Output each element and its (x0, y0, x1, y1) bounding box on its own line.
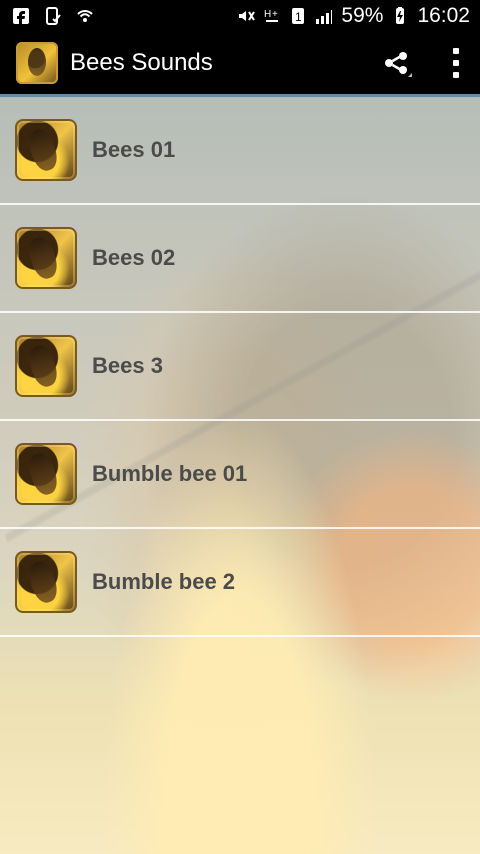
action-bar-actions (380, 47, 480, 79)
list-item[interactable]: Bumble bee 2 (0, 529, 480, 637)
status-right: H + 1 59% 16:02 (237, 4, 480, 28)
share-icon[interactable] (380, 47, 412, 79)
content-area: Bees 01 Bees 02 Bees 3 Bumble bee 01 Bum… (0, 97, 480, 854)
bee-thumbnail-icon (15, 443, 77, 505)
list-item-label: Bees 3 (92, 353, 163, 378)
wifi-icon (77, 10, 93, 22)
app-logo-icon (16, 42, 58, 84)
svg-text:H: H (264, 9, 271, 20)
list-item-label: Bees 02 (92, 245, 176, 270)
list-item[interactable]: Bumble bee 01 (0, 421, 480, 529)
phone-check-icon (46, 7, 61, 25)
bee-thumbnail-icon (15, 227, 77, 289)
list-item-label: Bumble bee 2 (92, 569, 236, 594)
battery-icon (396, 7, 405, 24)
battery-percent: 59% (341, 4, 384, 27)
list-item-label: Bumble bee 01 (92, 461, 248, 486)
status-left (0, 7, 94, 25)
bee-thumbnail-icon (15, 119, 77, 181)
list-item[interactable]: Bees 02 (0, 205, 480, 313)
app-title: Bees Sounds (70, 49, 213, 76)
status-bar: H + 1 59% 16:02 (0, 0, 480, 32)
bee-thumbnail-icon (15, 551, 77, 613)
list-item[interactable]: Bees 01 (0, 97, 480, 205)
list-item[interactable]: Bees 3 (0, 313, 480, 421)
mute-icon (239, 11, 256, 21)
sim-1-icon: 1 (292, 8, 305, 24)
action-bar: Bees Sounds (0, 32, 480, 97)
cell-signal-icon (316, 10, 333, 24)
signal-h-icon: H + (264, 9, 279, 22)
list-item-label: Bees 01 (92, 137, 176, 162)
bee-thumbnail-icon (15, 335, 77, 397)
facebook-icon (13, 8, 29, 25)
sound-list: Bees 01 Bees 02 Bees 3 Bumble bee 01 Bum… (0, 97, 480, 637)
svg-text:1: 1 (295, 10, 302, 24)
svg-text:+: + (272, 9, 278, 20)
status-time: 16:02 (417, 4, 470, 27)
overflow-menu-icon[interactable] (452, 48, 460, 78)
